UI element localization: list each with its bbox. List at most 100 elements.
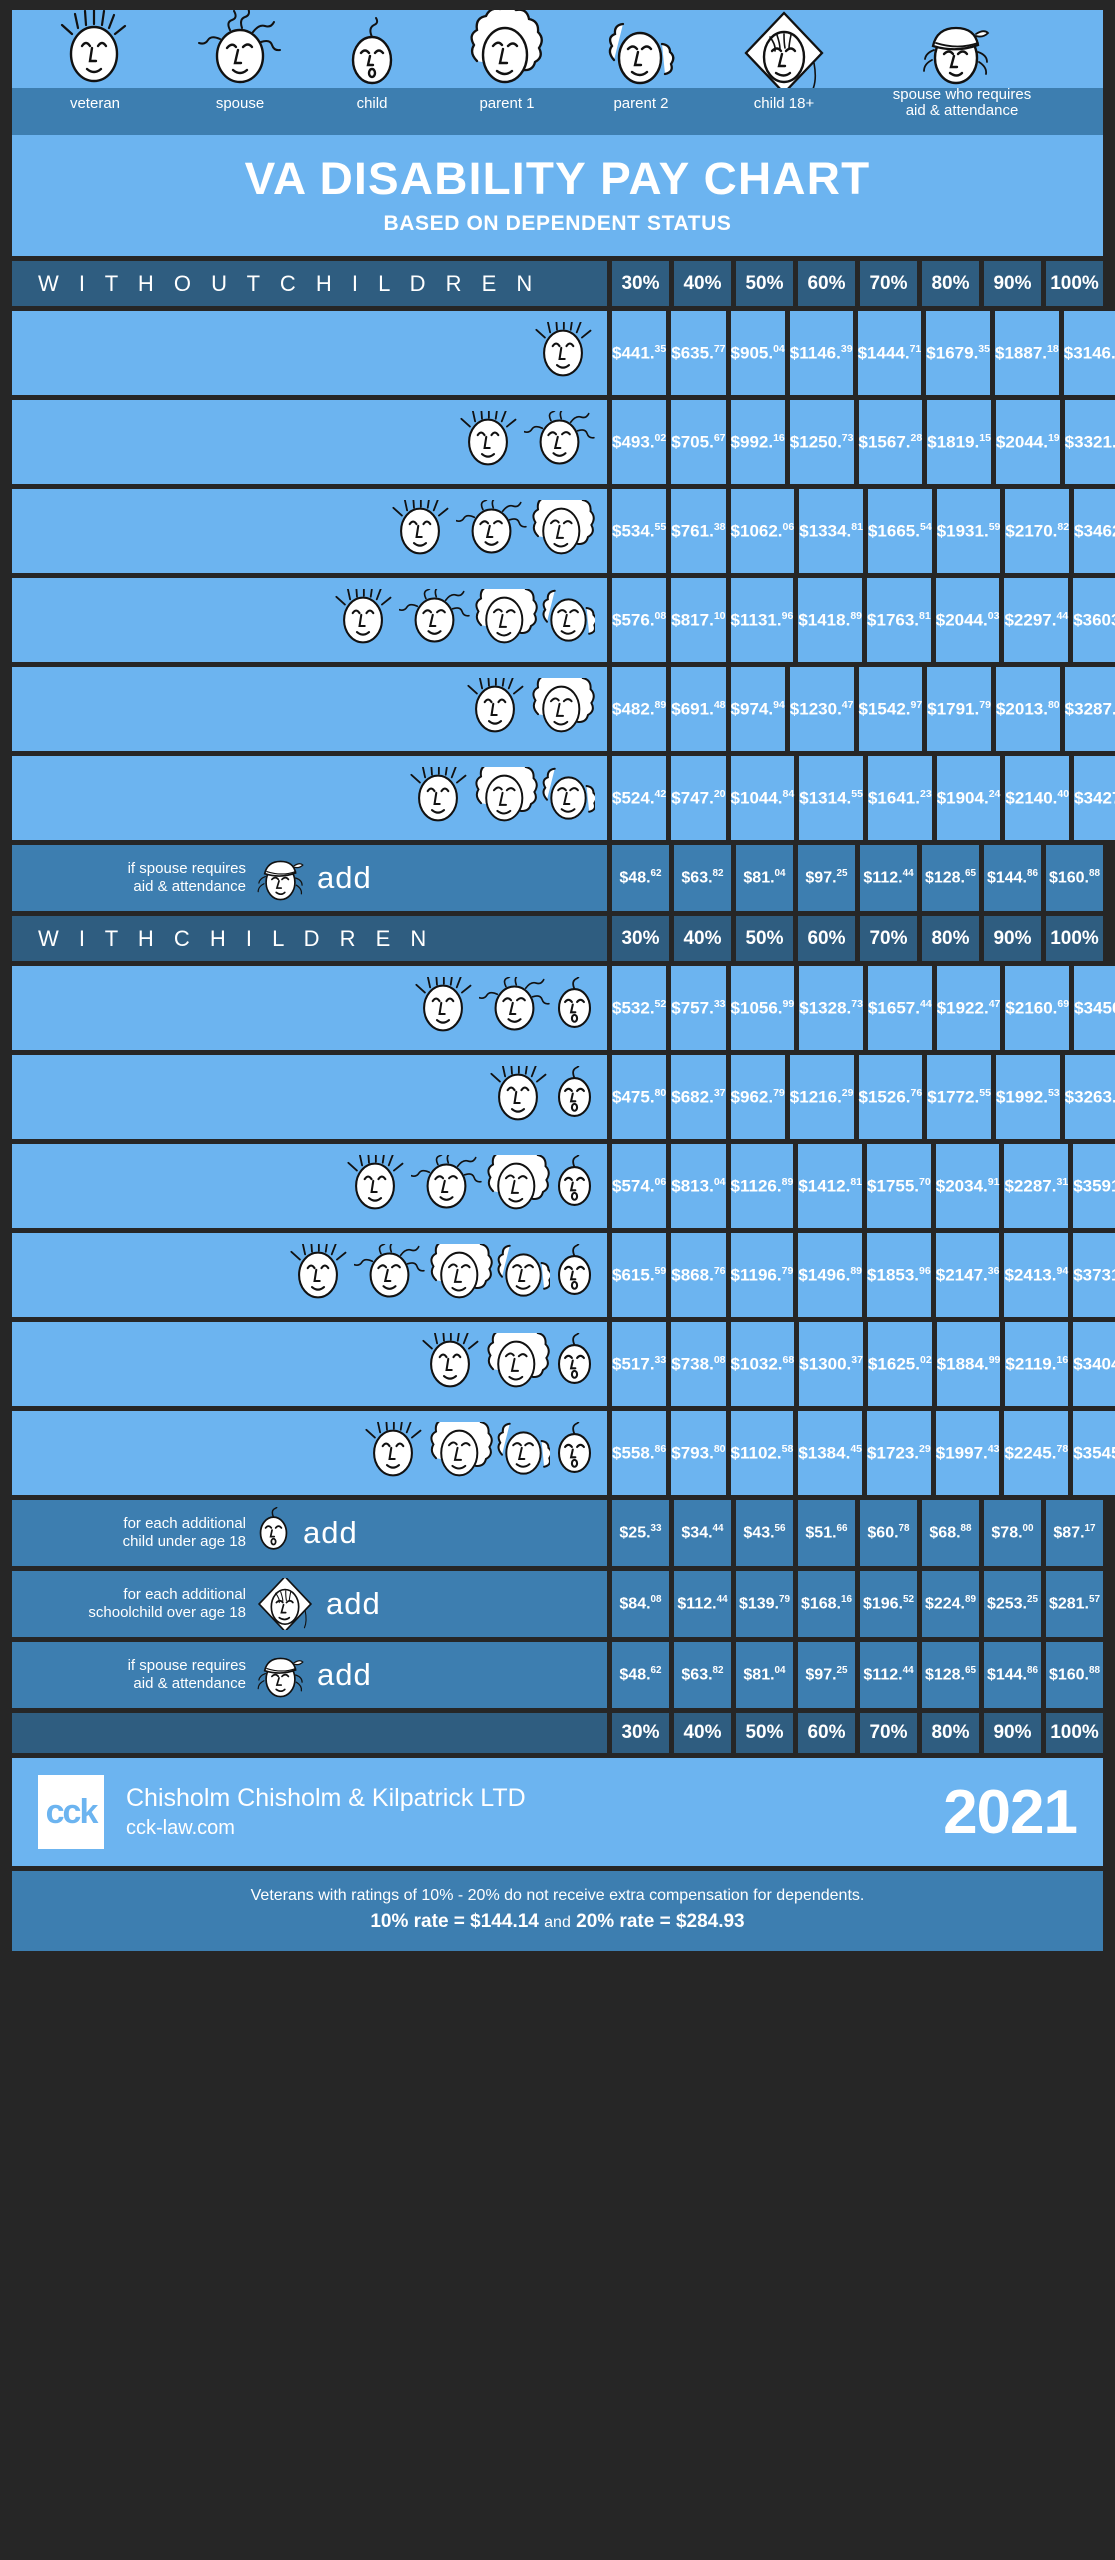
pay-amount: $144.86 [986, 1665, 1039, 1684]
pay-amount: $1062.06 [730, 520, 795, 541]
parent1-face-icon [475, 767, 538, 822]
pay-amount: $2034.91 [935, 1175, 1000, 1196]
dependent-figures-cell [12, 1144, 607, 1228]
add-pay-cell: $97.25 [798, 845, 855, 911]
rating-header-60: 60% [798, 916, 855, 961]
add-pay-cell: $48.62 [612, 1642, 669, 1708]
pay-amount: $3462.64 [1074, 521, 1115, 541]
brand-text-block: Chisholm Chisholm & Kilpatrick LTD cck-l… [126, 1783, 943, 1840]
page-subtitle: BASED ON DEPENDENT STATUS [383, 212, 732, 235]
infographic-sheet: veteran spouse child parent 1 parent 2 c… [0, 0, 1115, 2560]
figure-group [406, 767, 607, 829]
pay-amount: $3731.89 [1073, 1265, 1115, 1285]
pay-amount: $1665.54 [867, 520, 932, 541]
parent1-face-icon [430, 1422, 493, 1477]
legend-label-parent-1: parent 1 [479, 95, 535, 112]
pay-cell: $813.04 [671, 1144, 726, 1228]
pay-cell: $2170.82 [1005, 489, 1070, 573]
veteran-face-icon [410, 767, 467, 822]
veteran-face-icon [365, 1422, 422, 1477]
rating-header-90: 90% [984, 916, 1041, 961]
pay-amount: $615.59 [612, 1264, 667, 1285]
pay-amount: $1641.23 [867, 787, 932, 808]
pay-amount: $1922.47 [936, 997, 1001, 1018]
section-heading: W I T H C H I L D R E N [12, 916, 607, 961]
veteran-face-icon [535, 322, 592, 377]
pay-amount: $160.88 [1048, 1665, 1101, 1684]
pay-cell: $1526.76 [858, 1055, 923, 1139]
add-label-cell: for each additional child under age 18 a… [12, 1500, 607, 1566]
pay-amount: $128.65 [924, 1665, 977, 1684]
firm-website[interactable]: cck-law.com [126, 1815, 943, 1841]
legend-label-spouse-aid-line1: spouse who requires [892, 86, 1032, 103]
pay-amount: $905.04 [730, 342, 785, 363]
pay-amount: $1625.02 [867, 1353, 932, 1374]
rating-header-60: 60% [798, 261, 855, 306]
pay-cell: $3450.32 [1074, 966, 1115, 1050]
figure-group [388, 500, 607, 562]
parent1-face-icon [532, 678, 595, 733]
pay-amount: $2160.69 [1005, 997, 1070, 1018]
pay-chart-table: W I T H O U T C H I L D R E N 30% 40% 50% 60… [12, 261, 1115, 1753]
figure-group [531, 322, 607, 384]
pay-cell: $974.94 [730, 667, 785, 751]
footer-rating-row: 30% 40% 50% 60% 70% 80% 90% 100% [12, 1713, 1103, 1753]
pay-amount: $224.89 [924, 1594, 977, 1613]
pay-cell: $1542.97 [858, 667, 923, 751]
add-pay-cell: $34.44 [674, 1500, 731, 1566]
pay-cell: $1216.29 [789, 1055, 854, 1139]
chart-year: 2021 [943, 1777, 1078, 1847]
add-pay-cell: $97.25 [798, 1642, 855, 1708]
pay-cell: $1300.37 [799, 1322, 863, 1406]
pay-amount: $475.80 [612, 1086, 667, 1107]
rating-header-80: 80% [922, 261, 979, 306]
pay-amount: $682.37 [671, 1086, 726, 1107]
add-pay-cell: $168.16 [798, 1571, 855, 1637]
add-pay-cell: $253.25 [984, 1571, 1041, 1637]
pay-amount: $1418.89 [798, 609, 863, 630]
pay-cell: $3321.85 [1064, 400, 1115, 484]
disclaimer-line-1: Veterans with ratings of 10% - 20% do no… [250, 1887, 865, 1904]
pay-amount: $34.44 [681, 1523, 724, 1542]
rating-header-90: 90% [984, 261, 1041, 306]
rating-header-30: 30% [612, 261, 669, 306]
pay-cell: $817.10 [671, 578, 726, 662]
pay-amount: $482.89 [612, 698, 667, 719]
figure-group [486, 1066, 607, 1128]
pay-cell: $1032.68 [730, 1322, 795, 1406]
pay-amount: $112.44 [677, 1594, 728, 1613]
pay-amount: $1102.58 [730, 1442, 794, 1463]
pay-amount: $1679.35 [926, 342, 991, 363]
pay-cell: $1922.47 [936, 966, 1001, 1050]
pay-cell: $691.48 [671, 667, 726, 751]
pay-cell: $1853.96 [867, 1233, 931, 1317]
pay-cell: $2013.80 [995, 667, 1060, 751]
legend-strip: veteran spouse child parent 1 parent 2 c… [12, 5, 1103, 135]
pay-amount: $2413.94 [1004, 1264, 1069, 1285]
pay-amount: $635.77 [671, 342, 726, 363]
rating-header-100: 100% [1046, 916, 1103, 961]
table-row: $534.55 $761.38 $1062.06 $1334.81 $1665.54 $1… [12, 489, 1115, 573]
add-pay-cell: $144.86 [984, 845, 1041, 911]
add-label-line-2: aid & attendance [133, 1675, 246, 1692]
legend-label-band: veteran spouse child parent 1 parent 2 c… [12, 86, 1103, 135]
dependent-figures-cell [12, 1411, 607, 1495]
pay-cell: $493.02 [612, 400, 667, 484]
add-pay-cell: $196.52 [860, 1571, 917, 1637]
spouse-face-icon [479, 977, 550, 1031]
add-label-line-2: schoolchild over age 18 [88, 1604, 246, 1621]
parent1-face-icon [475, 589, 538, 644]
pay-cell: $1992.53 [995, 1055, 1060, 1139]
pay-cell: $482.89 [612, 667, 667, 751]
pay-amount: $1853.96 [867, 1264, 931, 1285]
footer-rating-70: 70% [860, 1713, 917, 1753]
pay-cell: $3146.42 [1063, 311, 1115, 395]
figure-group [361, 1422, 607, 1484]
pay-amount: $87.17 [1053, 1523, 1096, 1542]
pay-cell: $517.33 [612, 1322, 667, 1406]
cck-logo-icon: cck [38, 1775, 104, 1849]
firm-name: Chisholm Chisholm & Kilpatrick LTD [126, 1784, 526, 1813]
table-row: $574.06 $813.04 $1126.89 $1412.81 $1755.70 $2… [12, 1144, 1115, 1228]
pay-amount: $761.38 [671, 520, 726, 541]
pay-amount: $2044.03 [935, 609, 1000, 630]
